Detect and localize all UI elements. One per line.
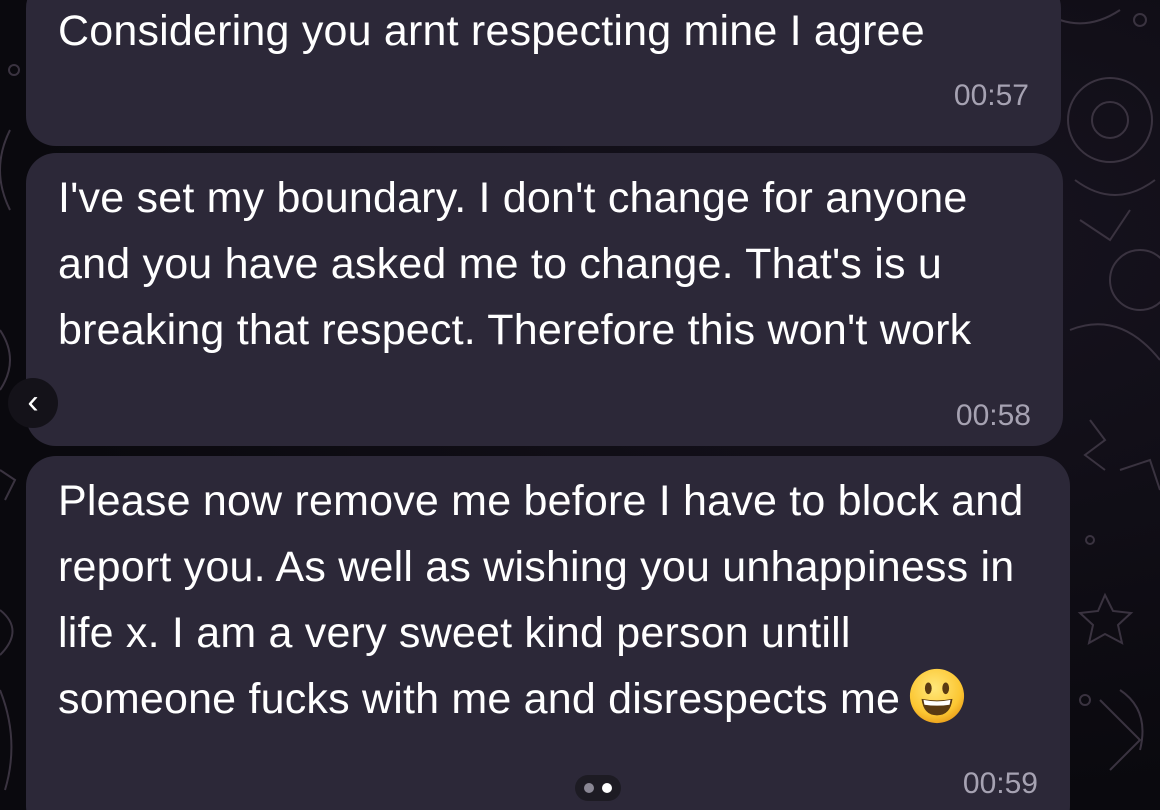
message-text: Please now remove me before I have to bl… (58, 477, 1024, 723)
grinning-face-icon (910, 668, 965, 724)
message-timestamp: 00:59 (962, 767, 1038, 800)
message-text-wrapper: Please now remove me before I have to bl… (58, 468, 1030, 732)
message-bubble[interactable]: I've set my boundary. I don't change for… (26, 153, 1063, 446)
message-timestamp: 00:57 (953, 79, 1029, 112)
page-dot-active (602, 783, 612, 793)
message-timestamp: 00:58 (955, 399, 1031, 432)
message-bubble[interactable]: Please now remove me before I have to bl… (26, 456, 1070, 810)
chevron-left-icon: ‹ (27, 383, 39, 421)
page-indicator[interactable] (575, 775, 621, 801)
chat-screen: Considering you arnt respecting mine I a… (0, 0, 1160, 810)
message-bubble[interactable]: Considering you arnt respecting mine I a… (26, 0, 1061, 146)
page-dot (584, 783, 594, 793)
message-text: I've set my boundary. I don't change for… (58, 174, 972, 354)
back-button[interactable]: ‹ (8, 378, 58, 428)
message-text: Considering you arnt respecting mine I a… (58, 7, 925, 55)
